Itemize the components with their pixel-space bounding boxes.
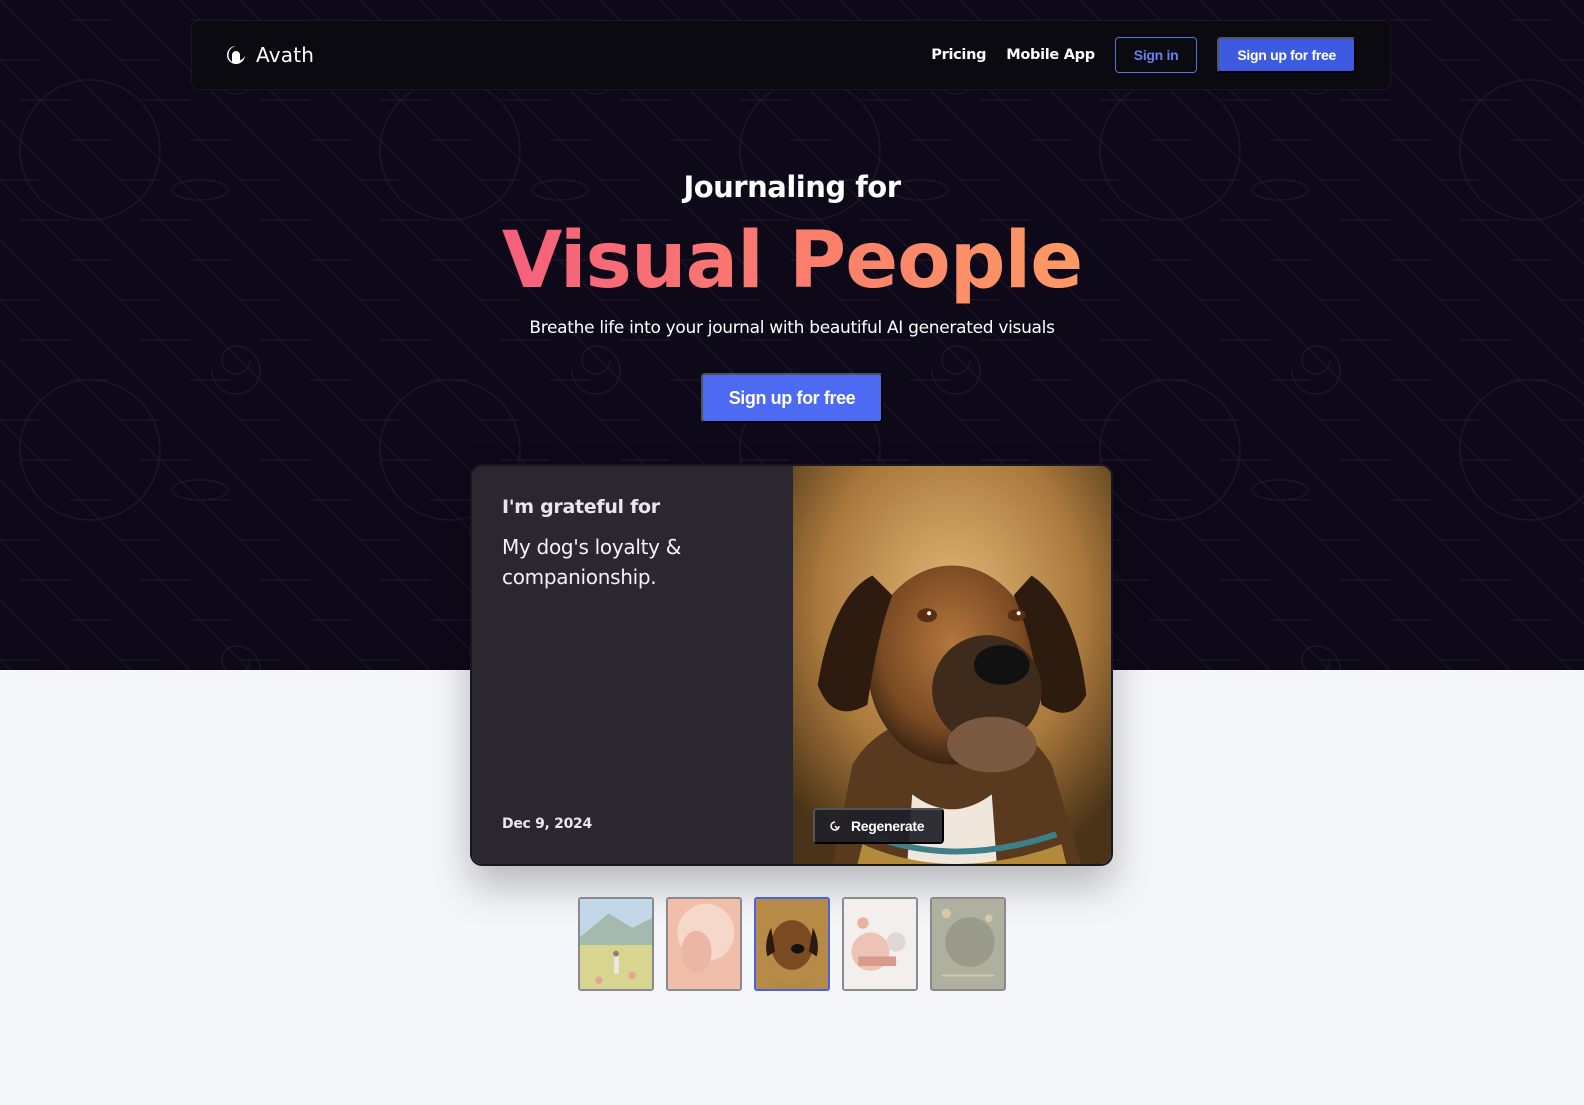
hero-description: Breathe life into your journal with beau… xyxy=(529,318,1055,338)
nav-sign-up-button[interactable]: Sign up for free xyxy=(1217,37,1356,73)
entry-date: Dec 9, 2024 xyxy=(502,816,592,832)
regenerate-label: Regenerate xyxy=(851,818,925,834)
thumbnail-whimsical-city[interactable] xyxy=(842,897,918,991)
entry-prompt: I'm grateful for xyxy=(502,496,660,518)
sign-in-button[interactable]: Sign in xyxy=(1114,37,1198,73)
entry-text: My dog's loyalty & companionship. xyxy=(502,535,682,589)
entry-text-panel: I'm grateful for My dog's loyalty & comp… xyxy=(472,466,793,864)
refresh-icon xyxy=(829,820,841,832)
thumbnail-floating-garden-globe[interactable] xyxy=(930,897,1006,991)
hero-title: Visual People xyxy=(0,216,1584,306)
dog-portrait-image xyxy=(793,466,1111,864)
top-navbar: Avath Pricing Mobile App Sign in Sign up… xyxy=(191,20,1391,90)
journal-entry-card: I'm grateful for My dog's loyalty & comp… xyxy=(470,464,1113,866)
hero-sign-up-button[interactable]: Sign up for free xyxy=(701,373,883,423)
brand-logo[interactable]: Avath xyxy=(226,43,314,67)
thumbnail-sunburst-portrait[interactable] xyxy=(666,897,742,991)
brand-name: Avath xyxy=(256,43,315,67)
nav-link-mobile-app[interactable]: Mobile App xyxy=(1006,47,1095,63)
hero-subtitle: Journaling for xyxy=(683,170,901,204)
generated-image: Regenerate xyxy=(793,466,1111,864)
regenerate-button[interactable]: Regenerate xyxy=(813,808,945,844)
thumbnail-strip xyxy=(578,897,1006,991)
crescent-logo-icon xyxy=(226,45,246,65)
thumbnail-girl-in-meadow[interactable] xyxy=(578,897,654,991)
hero-title-text: Visual People xyxy=(501,216,1083,306)
thumbnail-dog-portrait[interactable] xyxy=(754,897,830,991)
nav-link-pricing[interactable]: Pricing xyxy=(931,47,986,63)
